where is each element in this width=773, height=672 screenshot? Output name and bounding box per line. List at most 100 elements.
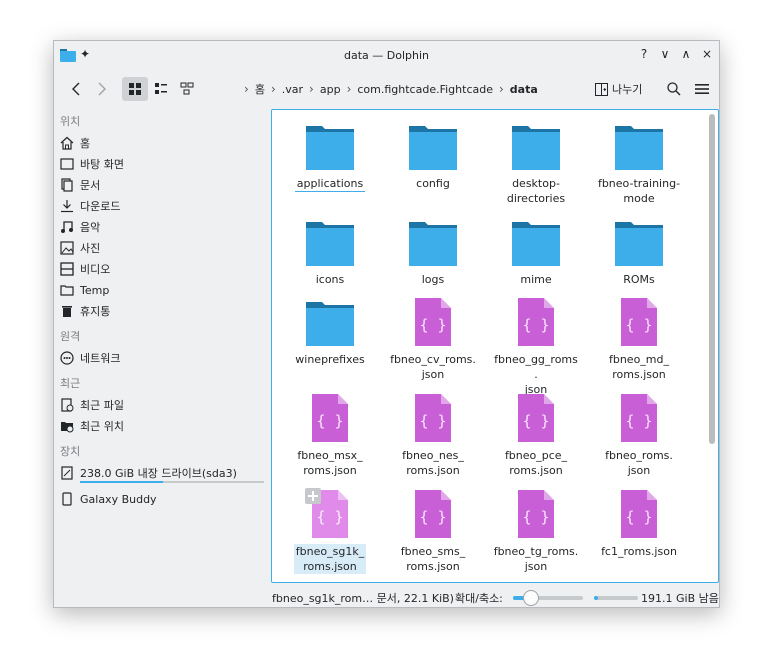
sidebar-item-home[interactable]: 홈: [60, 133, 90, 153]
split-button[interactable]: 나누기: [595, 77, 642, 101]
menu-button[interactable]: [692, 77, 712, 101]
json-file-icon: { }: [518, 298, 554, 346]
compact-view-button[interactable]: [148, 77, 174, 101]
folder-item[interactable]: icons: [285, 216, 375, 287]
chevron-right-icon: ›: [244, 82, 249, 96]
breadcrumb-fightcade[interactable]: com.fightcade.Fightcade: [357, 83, 493, 96]
sidebar-item-pictures[interactable]: 사진: [60, 238, 100, 258]
sidebar-item-temp[interactable]: Temp: [60, 280, 109, 300]
folder-item[interactable]: config: [388, 120, 478, 191]
sidebar-item-galaxy-buddy[interactable]: Galaxy Buddy: [60, 489, 157, 509]
free-space-fill: [594, 596, 599, 600]
maximize-button[interactable]: ∧: [680, 47, 692, 61]
file-item[interactable]: { } fbneo_sms_ roms.json: [388, 488, 478, 574]
sidebar-item-recent-files[interactable]: 최근 파일: [60, 395, 124, 415]
icons-view-button[interactable]: [122, 77, 148, 101]
file-item[interactable]: { } fc1_roms.json: [594, 488, 684, 559]
file-item[interactable]: { } fbneo_nes_ roms.json: [388, 392, 478, 478]
sidebar-header-places: 위치: [60, 115, 81, 128]
free-space-bar: [594, 596, 638, 600]
sidebar-item-network[interactable]: 네트워크: [60, 348, 120, 368]
sidebar-item-downloads[interactable]: 다운로드: [60, 196, 120, 216]
svg-text:{ }: { }: [419, 316, 446, 334]
json-file-icon: { }: [415, 298, 451, 346]
sidebar-item-documents[interactable]: 문서: [60, 175, 100, 195]
hamburger-icon: [695, 84, 709, 94]
split-view-icon: [595, 82, 608, 96]
sidebar-item-trash[interactable]: 휴지통: [60, 301, 110, 321]
help-button[interactable]: ?: [638, 47, 650, 61]
folder-item[interactable]: desktop-directories: [491, 120, 581, 206]
close-button[interactable]: ×: [701, 47, 713, 61]
json-file-icon: { }: [621, 298, 657, 346]
json-file-icon: { }: [518, 490, 554, 538]
sidebar-item-label: 사진: [80, 242, 101, 255]
titlebar: ✦ data — Dolphin ? ∨ ∧ ×: [54, 41, 719, 71]
json-file-icon: { }: [621, 394, 657, 442]
file-view[interactable]: applications config desktop-directories fbn…: [271, 109, 719, 583]
folder-item[interactable]: wineprefixes: [285, 296, 375, 367]
back-button[interactable]: [66, 77, 86, 101]
svg-text:{ }: { }: [316, 508, 343, 526]
recent-locations-icon: [61, 422, 74, 433]
folder-icon: [306, 126, 354, 170]
breadcrumb-var[interactable]: .var: [282, 83, 303, 96]
tree-view-icon: [180, 82, 194, 95]
sidebar-item-label: 홈: [80, 137, 91, 150]
sidebar-item-desktop[interactable]: 바탕 화면: [60, 154, 124, 174]
minimize-button[interactable]: ∨: [659, 47, 671, 61]
item-label: fc1_roms.json: [601, 545, 677, 558]
zoom-label: 확대/축소:: [455, 592, 503, 605]
sidebar-item-label: 바탕 화면: [80, 158, 124, 171]
folder-item[interactable]: fbneo-training-mode: [594, 120, 684, 206]
sidebar-item-recent-locations[interactable]: 최근 위치: [60, 416, 124, 436]
forward-button[interactable]: [92, 77, 112, 101]
file-item[interactable]: { } fbneo_sg1k_ roms.json: [285, 488, 375, 574]
breadcrumb: › 홈 › .var › app › com.fightcade.Fightca…: [244, 77, 538, 101]
folder-icon: [512, 126, 560, 170]
breadcrumb-home[interactable]: 홈: [255, 81, 265, 97]
file-item[interactable]: { } fbneo_tg_roms. json: [491, 488, 581, 574]
drive-icon: [61, 466, 73, 480]
vertical-scrollbar[interactable]: [709, 114, 715, 444]
item-label: fbneo_tg_roms. json: [493, 545, 579, 573]
folder-item[interactable]: mime: [491, 216, 581, 287]
json-file-icon: { }: [415, 394, 451, 442]
documents-icon: [61, 178, 73, 192]
svg-text:{ }: { }: [419, 412, 446, 430]
chevron-right-icon: [98, 82, 106, 96]
item-label: fbneo-training-mode: [597, 177, 681, 205]
item-label: logs: [421, 273, 445, 286]
chevron-left-icon: [72, 82, 80, 96]
file-item[interactable]: { } fbneo_roms. json: [594, 392, 684, 478]
zoom-slider[interactable]: [513, 590, 583, 606]
sidebar-item-music[interactable]: 음악: [60, 217, 100, 237]
file-item[interactable]: { } fbneo_cv_roms. json: [388, 296, 478, 382]
breadcrumb-data[interactable]: data: [510, 83, 538, 96]
file-item[interactable]: { } fbneo_msx_ roms.json: [285, 392, 375, 478]
sidebar-item-label: 238.0 GiB 내장 드라이브(sda3): [80, 467, 237, 480]
json-file-icon: { }: [621, 490, 657, 538]
sidebar-header-remote: 원격: [60, 330, 81, 343]
desktop-icon: [60, 158, 74, 170]
file-item[interactable]: { } fbneo_gg_roms. json: [491, 296, 581, 397]
search-button[interactable]: [664, 77, 684, 101]
folder-item[interactable]: ROMs: [594, 216, 684, 287]
item-label: fbneo_pce_ roms.json: [504, 449, 568, 477]
folder-icon: [615, 126, 663, 170]
zoom-slider-handle[interactable]: [522, 590, 539, 606]
sidebar-item-label: Galaxy Buddy: [80, 492, 157, 506]
sidebar-item-videos[interactable]: 비디오: [60, 259, 110, 279]
svg-text:{ }: { }: [316, 412, 343, 430]
file-item[interactable]: { } fbneo_pce_ roms.json: [491, 392, 581, 478]
folder-item[interactable]: applications: [285, 120, 375, 192]
item-label: icons: [315, 273, 345, 286]
folder-item[interactable]: logs: [388, 216, 478, 287]
breadcrumb-app[interactable]: app: [320, 83, 341, 96]
sidebar-item-label: 최근 파일: [80, 399, 124, 412]
chevron-right-icon: ›: [270, 82, 276, 96]
details-view-button[interactable]: [174, 77, 200, 101]
file-item[interactable]: { } fbneo_md_ roms.json: [594, 296, 684, 382]
home-icon: [60, 136, 74, 150]
sidebar-item-internal-drive[interactable]: 238.0 GiB 내장 드라이브(sda3): [60, 463, 237, 483]
